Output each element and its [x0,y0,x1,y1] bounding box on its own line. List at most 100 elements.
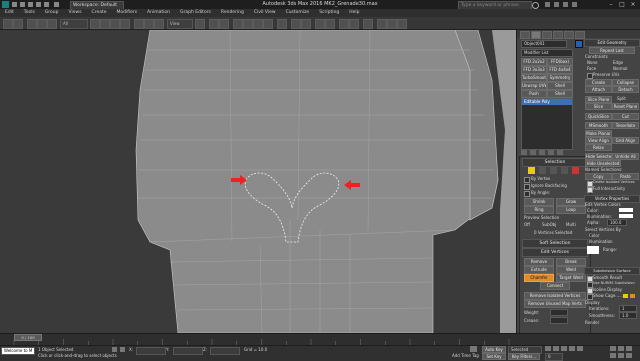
grow-button[interactable]: Grow [556,198,586,206]
redo-icon[interactable] [44,2,49,7]
lock-selection-icon[interactable] [112,347,117,352]
spinner-snap-icon[interactable] [263,19,273,29]
scale-icon[interactable] [154,19,164,29]
polygon-mode-icon[interactable] [561,167,568,174]
snaps-toggle-icon[interactable] [233,19,243,29]
set-key-icon[interactable] [470,346,477,352]
zoom-extents-icon[interactable] [626,346,632,351]
redo-tool-icon[interactable] [13,19,23,29]
undo-icon[interactable] [36,2,41,7]
modify-tab-icon[interactable] [531,31,541,39]
menu-item-scripting[interactable]: Scripting [319,9,339,17]
menu-item-civil-view[interactable]: Civil View [254,9,276,17]
constraint-none-radio[interactable]: None [587,60,597,65]
modifier-stack-list[interactable]: Editable Poly [521,98,573,150]
crease-spinner[interactable] [550,317,568,324]
percent-snap-icon[interactable] [253,19,263,29]
grid-align-button[interactable]: Grid Align [612,137,639,144]
constraint-normal-radio[interactable]: Normal [613,66,627,71]
element-mode-icon[interactable] [572,167,579,174]
selection-rollout-header[interactable]: Selection [522,158,588,167]
make-unique-icon[interactable] [539,150,545,155]
zoom-all-icon[interactable] [618,346,624,351]
relax-button[interactable]: Relax [585,144,612,151]
unhide-all-button[interactable]: Unhide All [612,153,639,160]
ignore-backfacing-checkbox[interactable] [524,184,530,190]
chamfer-button[interactable]: Chamfer [524,274,554,282]
remove-unused-map-button[interactable]: Remove Unused Map Verts [524,300,586,308]
constraint-face-radio[interactable]: Face [587,66,596,71]
play-icon[interactable] [561,346,567,351]
link-icon[interactable] [27,19,37,29]
modifier-button-6[interactable]: Symmetry [547,74,573,82]
edge-mode-icon[interactable] [539,167,546,174]
cage-color-swatch-2[interactable] [630,294,635,298]
star-icon[interactable] [554,2,559,7]
view-align-button[interactable]: View Align [585,137,612,144]
weld-button[interactable]: Weld [556,266,586,274]
set-key-button[interactable]: Set Key [482,353,506,360]
reset-plane-button[interactable]: Reset Plane [612,103,639,110]
remove-isolated-button[interactable]: Remove Isolated Vertices [524,292,586,300]
modifier-button-4[interactable]: FFD 4x4x4 [547,66,573,74]
add-time-tag[interactable]: Add Time Tag [452,353,479,358]
edit-vertices-rollout-header[interactable]: Edit Vertices [522,248,588,257]
break-button[interactable]: Break [556,258,586,266]
menu-item-create[interactable]: Create [92,9,107,17]
maximize-icon[interactable]: □ [617,0,627,9]
render-production-icon[interactable] [397,19,407,29]
key-filters-button[interactable]: Key Filters... [508,353,540,360]
menu-item-tools[interactable]: Tools [24,9,35,17]
modifier-button-5[interactable]: TurboSmooth [521,74,547,82]
previous-frame-icon[interactable] [553,346,559,351]
object-color-swatch[interactable] [575,40,583,48]
window-crossing-icon[interactable] [120,19,130,29]
show-end-result-icon[interactable] [530,150,536,155]
mirror-icon[interactable] [291,19,301,29]
modifier-button-10[interactable]: Shell [547,90,573,98]
collapse-button[interactable]: Collapse [612,79,639,86]
pin-stack-icon[interactable] [521,150,527,155]
ring-button[interactable]: Ring [524,206,554,214]
split-label[interactable]: Split [617,96,626,101]
weight-spinner[interactable] [550,309,568,316]
angle-snap-icon[interactable] [243,19,253,29]
edit-named-selection-icon[interactable] [277,19,287,29]
border-mode-icon[interactable] [550,167,557,174]
modifier-button-2[interactable]: FFD(box) [547,58,573,66]
save-icon[interactable] [28,2,33,7]
rectangular-selection-icon[interactable] [110,19,120,29]
subdivision-surface-header[interactable]: Subdivision Surface [584,267,640,275]
select-by-illumination-radio[interactable]: Illumination [589,239,613,244]
exchange-icon[interactable] [545,2,550,7]
menu-item-views[interactable]: Views [69,9,82,17]
menu-item-modifiers[interactable]: Modifiers [117,9,138,17]
tessellate-button[interactable]: Tessellate [612,122,639,129]
slice-button[interactable]: Slice [585,103,612,110]
by-angle-checkbox[interactable] [524,191,530,197]
preview-multi-radio[interactable]: Multi [566,222,576,227]
viewport-orthographic[interactable]: [ + ] [ Orthographic ] [ Shaded + Edged … [0,30,517,333]
vertex-illumination-swatch[interactable] [619,214,633,218]
undo-tool-icon[interactable] [3,19,13,29]
cut-button[interactable]: Cut [612,113,639,120]
pan-icon[interactable] [610,353,616,358]
vertex-mode-icon[interactable] [528,167,535,174]
repeat-last-button[interactable]: Repeat Last [589,47,635,54]
menu-item-group[interactable]: Group [45,9,59,17]
app-logo-icon[interactable] [2,1,9,8]
search-icon[interactable] [532,2,539,9]
hide-selected-button[interactable]: Hide Selected [585,153,612,160]
hide-unselected-button[interactable]: Hide Unselected [585,160,621,167]
keyboard-shortcut-override-icon[interactable] [219,19,229,29]
select-object-icon[interactable] [90,19,100,29]
edit-geometry-header[interactable]: Edit Geometry [584,39,640,47]
move-icon[interactable] [134,19,144,29]
motion-tab-icon[interactable] [553,31,563,39]
menu-item-edit[interactable]: Edit [5,9,14,17]
zoom-icon[interactable] [610,346,616,351]
make-planar-button[interactable]: Make Planar [585,130,612,137]
menu-item-customize[interactable]: Customize [286,9,310,17]
menu-item-help[interactable]: Help [349,9,359,17]
display-tab-icon[interactable] [564,31,574,39]
